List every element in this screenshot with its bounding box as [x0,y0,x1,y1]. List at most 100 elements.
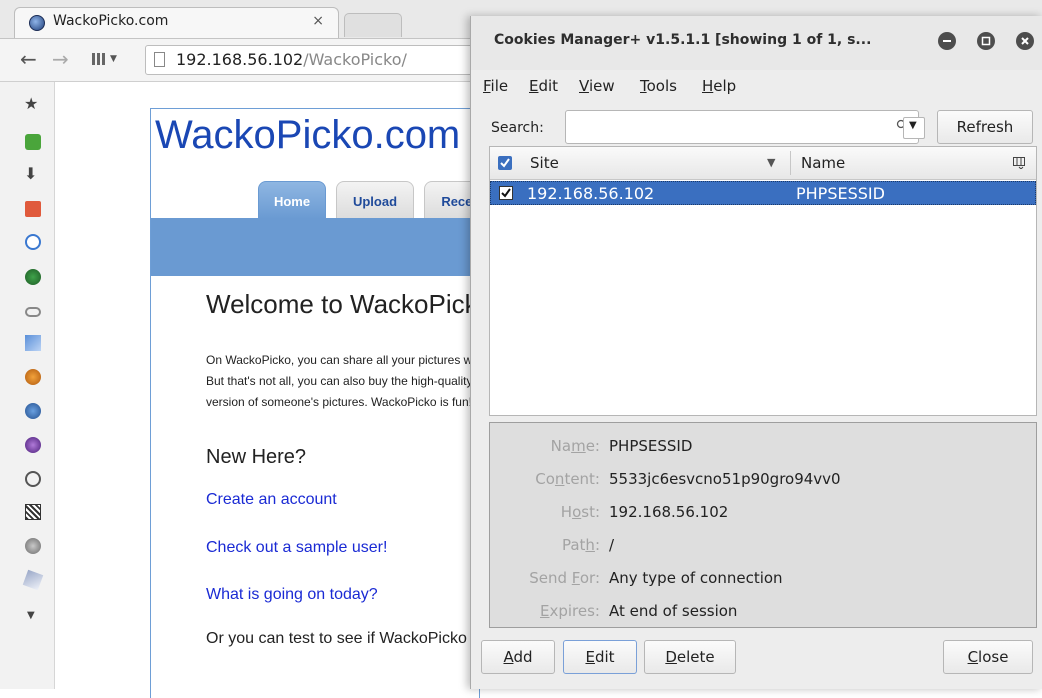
menu-file[interactable]: File [483,77,508,95]
puzzle-icon[interactable] [25,134,41,150]
search-label: Search: [491,120,544,136]
minimize-button[interactable] [938,32,956,50]
menu-view-key: V [579,77,589,95]
menu-help[interactable]: Help [702,77,736,95]
column-picker-icon[interactable] [1013,157,1025,169]
close-button[interactable]: Close [943,640,1033,674]
button-key: C [967,648,979,666]
dialog-titlebar[interactable]: Cookies Manager+ v1.5.1.1 [showing 1 of … [471,16,1042,70]
back-arrow-icon[interactable]: ← [20,47,37,71]
button-key: A [503,648,514,666]
sort-descending-icon: ▼ [767,156,776,169]
row-site: 192.168.56.102 [527,184,655,203]
search-input[interactable] [565,110,919,144]
add-button[interactable]: Add [481,640,555,674]
label-part: H [560,503,573,521]
detail-label-path: Path: [562,536,600,554]
detail-value-expires: At end of session [609,602,738,620]
firebug-icon[interactable] [25,369,41,385]
intro-line-2: But that's not all, you can also buy the… [206,374,473,388]
url-host: 192.168.56.102 [176,50,304,69]
site-title[interactable]: WackoPicko.com [155,113,460,158]
menu-tools[interactable]: Tools [640,77,677,95]
select-all-checkbox[interactable] [498,156,512,170]
label-key: o [572,503,582,521]
minimize-icon [943,40,951,42]
detail-label-content: Content: [535,470,600,488]
menu-tools-rest: ools [646,77,677,95]
refresh-button[interactable]: Refresh [937,110,1033,144]
checkmark-icon [501,188,511,198]
label-key: F [571,569,580,587]
swirl-icon[interactable] [25,403,41,419]
tab-title: WackoPicko.com [53,13,169,29]
virus-icon[interactable] [25,437,41,453]
download-icon[interactable]: ⬇ [24,166,37,182]
detail-value-host: 192.168.56.102 [609,503,729,521]
label-part: Na [550,437,572,455]
detail-value-name: PHPSESSID [609,437,693,455]
intro-line-1: On WackoPicko, you can share all your pi… [206,353,479,367]
page-icon [154,52,165,67]
cookies-list[interactable]: Site ▼ Name 192.168.56.102 PHPSESSID [489,146,1037,416]
maximize-icon [981,36,991,46]
search-options-dropdown[interactable]: ▼ [903,117,925,139]
button-rest: dd [513,648,533,666]
test-upload-text: Or you can test to see if WackoPicko can… [206,630,479,647]
cursor-select-icon[interactable] [25,335,41,351]
chevron-down-icon: ▼ [909,120,917,131]
label-part: : [594,536,600,554]
row-checkbox[interactable] [499,186,513,200]
menu-edit-rest: dit [538,77,559,95]
nav-blue-bar [151,218,479,276]
sample-user-link[interactable]: Check out a sample user! [206,539,387,557]
star-icon[interactable]: ★ [24,96,38,112]
apps-menu-button[interactable]: ▼ [92,53,120,67]
menu-edit[interactable]: Edit [529,77,558,95]
browser-tab-wackopicko[interactable]: WackoPicko.com × [14,7,339,38]
column-header-site[interactable]: Site [530,154,559,172]
chevron-down-icon[interactable]: ▼ [27,608,35,624]
tab-home[interactable]: Home [258,181,326,219]
web-developer-icon[interactable] [25,201,41,217]
close-window-button[interactable] [1016,32,1034,50]
menu-help-rest: elp [713,77,737,95]
whats-going-on-link[interactable]: What is going on today? [206,586,378,604]
dialog-title: Cookies Manager+ v1.5.1.1 [showing 1 of … [494,32,872,48]
label-key: n [554,470,565,488]
tab-upload[interactable]: Upload [336,181,414,219]
welcome-heading: Welcome to WackoPicko [206,289,480,319]
column-separator[interactable] [790,151,791,175]
menu-view-rest: iew [588,77,615,95]
new-tab-button[interactable] [344,13,402,37]
globe-icon[interactable] [25,538,41,554]
label-part: Pat [561,536,586,554]
menu-view[interactable]: View [579,77,615,95]
address-bar[interactable]: 192.168.56.102/WackoPicko/ [145,45,475,75]
button-key: D [665,648,677,666]
eraser-icon[interactable] [22,569,44,591]
palette-icon[interactable] [25,471,41,487]
cookie-details-panel: Name: PHPSESSID Content: 5533jc6esvcno51… [489,422,1037,628]
tab-close-icon[interactable]: × [312,13,324,29]
qr-code-icon[interactable] [25,504,41,520]
label-part: e: [585,437,600,455]
delete-button[interactable]: Delete [644,640,736,674]
green-circle-icon[interactable] [25,269,41,285]
column-header-name[interactable]: Name [801,154,845,172]
edit-button[interactable]: Edit [563,640,637,674]
wackopicko-favicon-icon [29,15,45,31]
label-part: Co [535,470,555,488]
create-account-link[interactable]: Create an account [206,491,337,509]
button-rest: elete [676,648,715,666]
label-part: tent: [564,470,600,488]
detail-value-path: / [609,536,615,554]
table-row[interactable]: 192.168.56.102 PHPSESSID [490,181,1036,205]
chain-link-icon[interactable] [25,307,41,317]
cookies-manager-dialog: Cookies Manager+ v1.5.1.1 [showing 1 of … [470,16,1042,689]
info-bubble-icon[interactable] [25,234,41,250]
forward-arrow-icon[interactable]: → [52,47,69,71]
extensions-toolbar: ★ ⬇ ▼ [0,82,55,689]
detail-value-send-for: Any type of connection [609,569,783,587]
maximize-button[interactable] [977,32,995,50]
